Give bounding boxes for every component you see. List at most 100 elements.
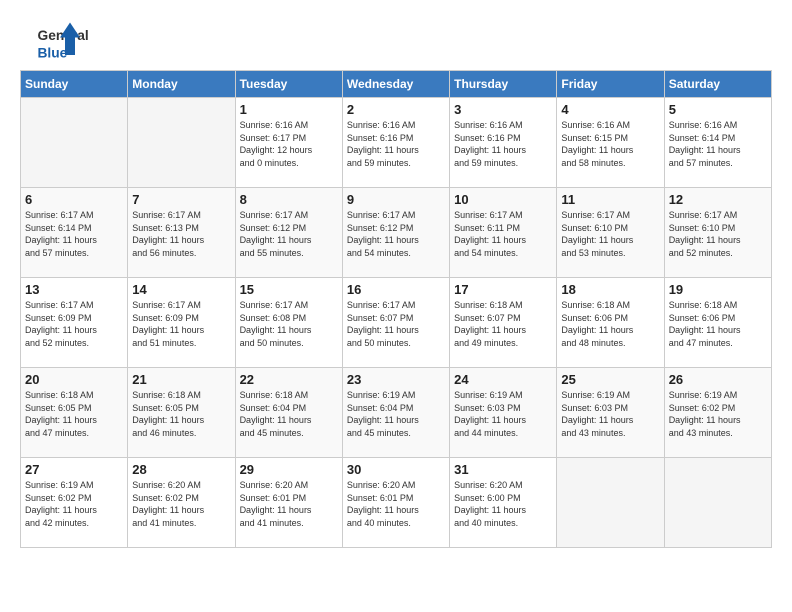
day-number: 24: [454, 372, 552, 387]
calendar-cell: 7 Sunrise: 6:17 AMSunset: 6:13 PMDaylight…: [128, 188, 235, 278]
day-number: 5: [669, 102, 767, 117]
calendar-cell: 19 Sunrise: 6:18 AMSunset: 6:06 PMDayligh…: [664, 278, 771, 368]
header-saturday: Saturday: [664, 71, 771, 98]
day-info: Sunrise: 6:17 AMSunset: 6:11 PMDaylight:…: [454, 209, 552, 259]
day-info: Sunrise: 6:20 AMSunset: 6:01 PMDaylight:…: [347, 479, 445, 529]
calendar-cell: [128, 98, 235, 188]
calendar-cell: 1 Sunrise: 6:16 AMSunset: 6:17 PMDaylight…: [235, 98, 342, 188]
day-number: 31: [454, 462, 552, 477]
day-number: 21: [132, 372, 230, 387]
logo-icon: GeneralBlue: [20, 20, 100, 60]
day-number: 26: [669, 372, 767, 387]
day-info: Sunrise: 6:18 AMSunset: 6:07 PMDaylight:…: [454, 299, 552, 349]
day-number: 30: [347, 462, 445, 477]
header-sunday: Sunday: [21, 71, 128, 98]
calendar-week-2: 6Sunrise: 6:17 AMSunset: 6:14 PMDaylight…: [21, 188, 772, 278]
calendar-cell: 8 Sunrise: 6:17 AMSunset: 6:12 PMDaylight…: [235, 188, 342, 278]
day-info: Sunrise: 6:16 AMSunset: 6:16 PMDaylight:…: [347, 119, 445, 169]
day-number: 10: [454, 192, 552, 207]
calendar-week-4: 20 Sunrise: 6:18 AMSunset: 6:05 PMDayligh…: [21, 368, 772, 458]
day-info: Sunrise: 6:17 AMSunset: 6:12 PMDaylight:…: [347, 209, 445, 259]
day-info: Sunrise: 6:18 AMSunset: 6:06 PMDaylight:…: [561, 299, 659, 349]
day-number: 6: [25, 192, 123, 207]
day-number: 3: [454, 102, 552, 117]
calendar-cell: 11 Sunrise: 6:17 AMSunset: 6:10 PMDayligh…: [557, 188, 664, 278]
day-info: Sunrise: 6:19 AMSunset: 6:03 PMDaylight:…: [561, 389, 659, 439]
calendar-cell: 23Sunrise: 6:19 AMSunset: 6:04 PMDayligh…: [342, 368, 449, 458]
day-info: Sunrise: 6:16 AMSunset: 6:17 PMDaylight:…: [240, 119, 338, 169]
day-number: 12: [669, 192, 767, 207]
day-number: 27: [25, 462, 123, 477]
calendar-cell: 9 Sunrise: 6:17 AMSunset: 6:12 PMDaylight…: [342, 188, 449, 278]
day-number: 8: [240, 192, 338, 207]
day-info: Sunrise: 6:20 AMSunset: 6:00 PMDaylight:…: [454, 479, 552, 529]
header-monday: Monday: [128, 71, 235, 98]
calendar-cell: 30 Sunrise: 6:20 AMSunset: 6:01 PMDayligh…: [342, 458, 449, 548]
day-info: Sunrise: 6:18 AMSunset: 6:06 PMDaylight:…: [669, 299, 767, 349]
day-number: 7: [132, 192, 230, 207]
day-info: Sunrise: 6:17 AMSunset: 6:10 PMDaylight:…: [561, 209, 659, 259]
day-info: Sunrise: 6:16 AMSunset: 6:16 PMDaylight:…: [454, 119, 552, 169]
calendar-cell: 14Sunrise: 6:17 AMSunset: 6:09 PMDayligh…: [128, 278, 235, 368]
calendar-cell: 12 Sunrise: 6:17 AMSunset: 6:10 PMDayligh…: [664, 188, 771, 278]
calendar-cell: 29 Sunrise: 6:20 AMSunset: 6:01 PMDayligh…: [235, 458, 342, 548]
day-info: Sunrise: 6:17 AMSunset: 6:07 PMDaylight:…: [347, 299, 445, 349]
calendar-cell: [664, 458, 771, 548]
day-info: Sunrise: 6:19 AMSunset: 6:02 PMDaylight:…: [669, 389, 767, 439]
day-number: 25: [561, 372, 659, 387]
day-number: 15: [240, 282, 338, 297]
calendar-cell: 21 Sunrise: 6:18 AMSunset: 6:05 PMDayligh…: [128, 368, 235, 458]
calendar-cell: 2Sunrise: 6:16 AMSunset: 6:16 PMDaylight…: [342, 98, 449, 188]
calendar-week-5: 27Sunrise: 6:19 AMSunset: 6:02 PMDayligh…: [21, 458, 772, 548]
calendar-cell: 31 Sunrise: 6:20 AMSunset: 6:00 PMDayligh…: [450, 458, 557, 548]
day-number: 17: [454, 282, 552, 297]
day-number: 9: [347, 192, 445, 207]
day-number: 1: [240, 102, 338, 117]
day-number: 29: [240, 462, 338, 477]
day-number: 23: [347, 372, 445, 387]
calendar-header-row: SundayMondayTuesdayWednesdayThursdayFrid…: [21, 71, 772, 98]
header-tuesday: Tuesday: [235, 71, 342, 98]
calendar-cell: 26 Sunrise: 6:19 AMSunset: 6:02 PMDayligh…: [664, 368, 771, 458]
day-number: 13: [25, 282, 123, 297]
day-number: 4: [561, 102, 659, 117]
day-info: Sunrise: 6:18 AMSunset: 6:05 PMDaylight:…: [25, 389, 123, 439]
calendar-week-3: 13 Sunrise: 6:17 AMSunset: 6:09 PMDayligh…: [21, 278, 772, 368]
calendar-cell: 20 Sunrise: 6:18 AMSunset: 6:05 PMDayligh…: [21, 368, 128, 458]
day-number: 20: [25, 372, 123, 387]
calendar-table: SundayMondayTuesdayWednesdayThursdayFrid…: [20, 70, 772, 548]
day-number: 19: [669, 282, 767, 297]
day-info: Sunrise: 6:16 AMSunset: 6:14 PMDaylight:…: [669, 119, 767, 169]
day-info: Sunrise: 6:17 AMSunset: 6:09 PMDaylight:…: [132, 299, 230, 349]
calendar-cell: 16 Sunrise: 6:17 AMSunset: 6:07 PMDayligh…: [342, 278, 449, 368]
day-info: Sunrise: 6:17 AMSunset: 6:08 PMDaylight:…: [240, 299, 338, 349]
day-info: Sunrise: 6:18 AMSunset: 6:05 PMDaylight:…: [132, 389, 230, 439]
calendar-cell: 5 Sunrise: 6:16 AMSunset: 6:14 PMDaylight…: [664, 98, 771, 188]
day-info: Sunrise: 6:16 AMSunset: 6:15 PMDaylight:…: [561, 119, 659, 169]
calendar-cell: [557, 458, 664, 548]
day-info: Sunrise: 6:17 AMSunset: 6:12 PMDaylight:…: [240, 209, 338, 259]
day-info: Sunrise: 6:20 AMSunset: 6:01 PMDaylight:…: [240, 479, 338, 529]
day-info: Sunrise: 6:17 AMSunset: 6:13 PMDaylight:…: [132, 209, 230, 259]
calendar-cell: 24 Sunrise: 6:19 AMSunset: 6:03 PMDayligh…: [450, 368, 557, 458]
day-number: 18: [561, 282, 659, 297]
day-info: Sunrise: 6:20 AMSunset: 6:02 PMDaylight:…: [132, 479, 230, 529]
calendar-cell: 15 Sunrise: 6:17 AMSunset: 6:08 PMDayligh…: [235, 278, 342, 368]
header-wednesday: Wednesday: [342, 71, 449, 98]
header-thursday: Thursday: [450, 71, 557, 98]
calendar-week-1: 1 Sunrise: 6:16 AMSunset: 6:17 PMDaylight…: [21, 98, 772, 188]
calendar-cell: 25 Sunrise: 6:19 AMSunset: 6:03 PMDayligh…: [557, 368, 664, 458]
calendar-cell: 17 Sunrise: 6:18 AMSunset: 6:07 PMDayligh…: [450, 278, 557, 368]
day-info: Sunrise: 6:19 AMSunset: 6:03 PMDaylight:…: [454, 389, 552, 439]
header-friday: Friday: [557, 71, 664, 98]
day-number: 11: [561, 192, 659, 207]
calendar-cell: 13 Sunrise: 6:17 AMSunset: 6:09 PMDayligh…: [21, 278, 128, 368]
day-info: Sunrise: 6:17 AMSunset: 6:09 PMDaylight:…: [25, 299, 123, 349]
day-number: 16: [347, 282, 445, 297]
page-header: GeneralBlue: [20, 20, 772, 60]
logo: GeneralBlue: [20, 20, 100, 60]
calendar-cell: 4 Sunrise: 6:16 AMSunset: 6:15 PMDaylight…: [557, 98, 664, 188]
svg-text:Blue: Blue: [38, 46, 68, 61]
day-info: Sunrise: 6:17 AMSunset: 6:10 PMDaylight:…: [669, 209, 767, 259]
calendar-cell: 27Sunrise: 6:19 AMSunset: 6:02 PMDayligh…: [21, 458, 128, 548]
